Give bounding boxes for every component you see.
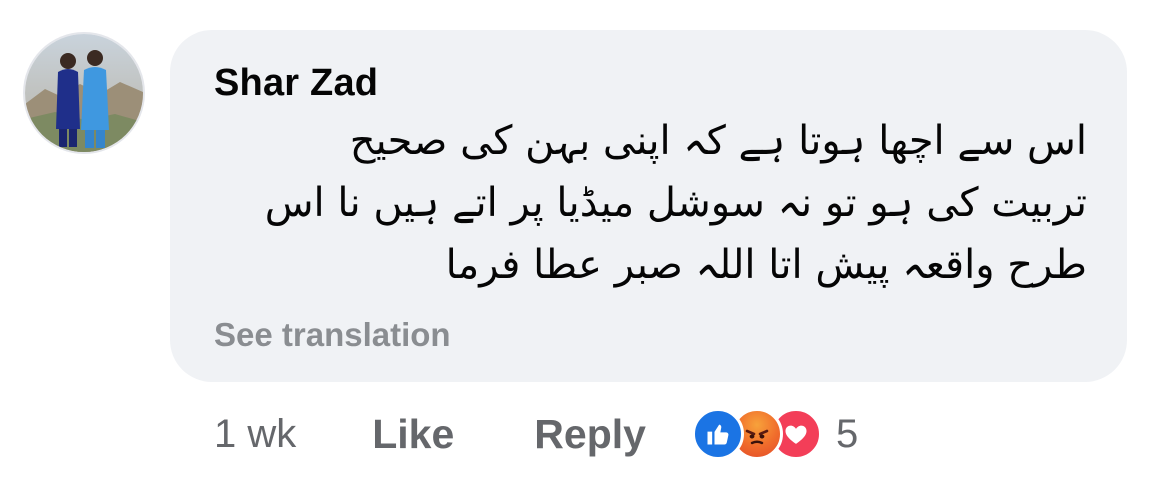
like-icon — [691, 408, 744, 460]
reaction-count[interactable]: 5 — [836, 412, 858, 457]
avatar-photo — [25, 34, 143, 152]
reactions-summary[interactable] — [691, 408, 822, 460]
like-button[interactable]: Like — [372, 411, 454, 458]
see-translation-link[interactable]: See translation — [214, 316, 451, 354]
comment-author[interactable]: Shar Zad — [214, 62, 378, 105]
comment-actions: 1 wk Like Reply 5 — [214, 408, 858, 460]
comment-text-line: طرح واقعہ پیش اتا اللہ صبر عطا فرما — [445, 242, 1087, 288]
comment-text-line: اس سے اچھا ہوتا ہے کہ اپنی بہن کی صحیح — [349, 118, 1087, 164]
comment-bubble: Shar Zad اس سے اچھا ہوتا ہے کہ اپنی بہن … — [170, 30, 1127, 382]
reply-button[interactable]: Reply — [534, 411, 646, 458]
comment-text: اس سے اچھا ہوتا ہے کہ اپنی بہن کی صحیح ت… — [264, 110, 1087, 296]
comment-text-line: تربیت کی ہو تو نہ سوشل میڈیا پر اتے ہیں … — [264, 180, 1087, 226]
avatar[interactable] — [25, 34, 143, 152]
comment-timestamp[interactable]: 1 wk — [214, 412, 296, 457]
